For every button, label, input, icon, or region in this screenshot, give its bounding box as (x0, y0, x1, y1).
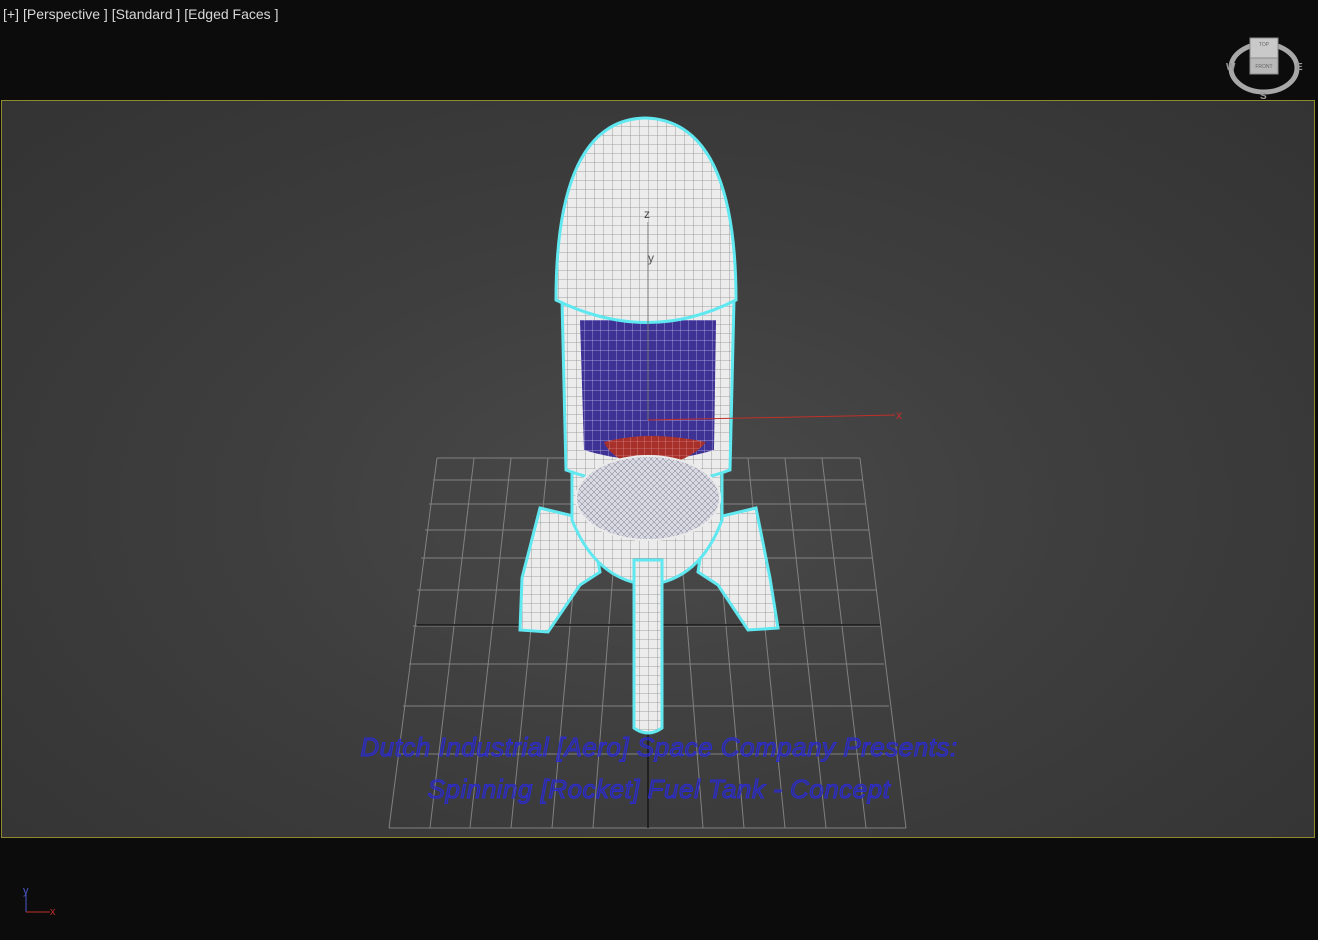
world-axis-tripod: y x (23, 885, 56, 918)
tripod-x-label: x (50, 906, 56, 918)
compass-south: S (1260, 91, 1267, 102)
gizmo-y-label: y (648, 251, 654, 265)
scene-title-line-1: Dutch Industrial [Aero] Space Company Pr… (360, 732, 958, 763)
compass-east: E (1296, 62, 1303, 73)
viewcube-front-face: FRONT (1255, 64, 1272, 70)
scene-title-line-2: Spinning [Rocket] Fuel Tank - Concept (427, 774, 891, 805)
gizmo-z-label: z (644, 207, 650, 221)
viewcube[interactable]: TOP FRONT W E S (1222, 30, 1306, 102)
gizmo-x-label: x (896, 408, 902, 422)
compass-west: W (1226, 62, 1236, 73)
rocket-mesh-floor (575, 455, 721, 541)
viewcube-top-face: TOP (1259, 42, 1270, 48)
tripod-y-label: y (23, 885, 29, 897)
rocket-nozzle-leg (632, 558, 664, 735)
